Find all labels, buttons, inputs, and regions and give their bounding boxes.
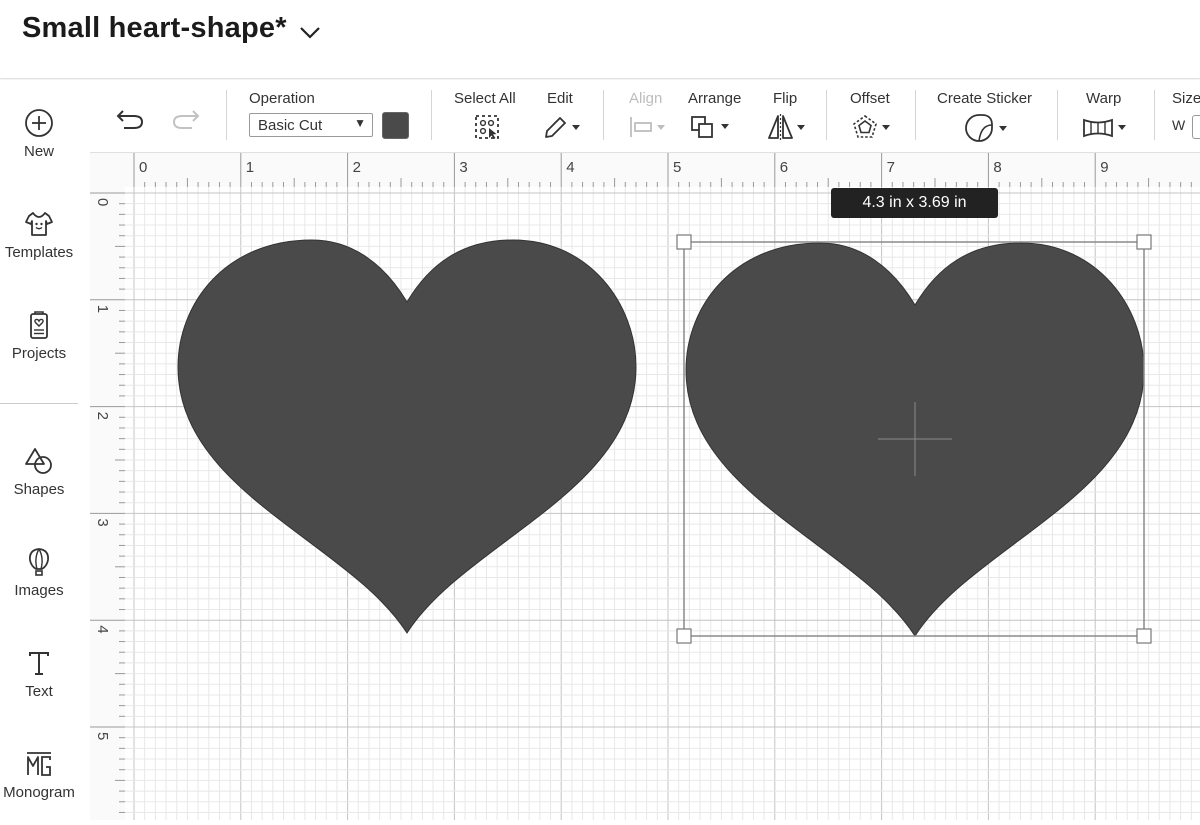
horizontal-ruler: 0 1 2 3 4 5 6 7 8 9	[90, 152, 1200, 189]
toolbar-divider	[1154, 90, 1155, 140]
top-toolbar: Operation Basic Cut ▼ Select All Edit Al…	[90, 80, 1200, 152]
sidebar-item-label: Images	[14, 582, 64, 599]
toolbar-divider	[1057, 90, 1058, 140]
sticker-icon[interactable]	[963, 113, 1011, 143]
ruler-number-vertical: 4	[94, 625, 111, 633]
align-label: Align	[629, 90, 663, 107]
selection-size-tooltip: 4.3 in x 3.69 in	[831, 188, 998, 218]
offset-label: Offset	[850, 90, 890, 107]
size-width-label: W	[1172, 117, 1186, 133]
ruler-number-horizontal: 8	[993, 159, 1001, 176]
edit-pencil-icon[interactable]	[541, 113, 581, 141]
canvas-surface[interactable]	[125, 187, 1200, 820]
chevron-down-icon[interactable]	[298, 22, 322, 42]
arrange-label: Arrange	[688, 90, 742, 107]
shapes-icon	[25, 448, 52, 474]
flip-icon[interactable]	[767, 113, 809, 141]
operation-color-swatch[interactable]	[382, 112, 409, 139]
horizontal-ruler-ticks: 0 1 2 3 4 5 6 7 8 9	[133, 153, 1192, 188]
sidebar-item-shapes[interactable]: Shapes	[0, 445, 78, 498]
operation-select[interactable]: Basic Cut ▼	[249, 113, 373, 137]
caret-down-icon: ▼	[354, 116, 366, 130]
ruler-number-vertical: 0	[94, 198, 111, 206]
select-all-label: Select All	[454, 90, 516, 107]
sidebar-item-label: Projects	[11, 345, 67, 362]
sidebar-item-templates[interactable]: Templates	[0, 208, 78, 261]
project-title[interactable]: Small heart-shape*	[22, 12, 287, 45]
ruler-number-horizontal: 7	[887, 159, 895, 176]
sidebar-item-label: Templates	[4, 244, 74, 261]
title-bar: Small heart-shape*	[0, 0, 1200, 79]
sidebar-item-label: Text	[25, 683, 53, 700]
resize-handle-bottom-left	[676, 628, 692, 644]
sidebar-item-label: Monogram	[3, 784, 75, 801]
ruler-number-vertical: 2	[94, 412, 111, 420]
ruler-number-vertical: 3	[94, 518, 111, 526]
select-all-icon[interactable]	[473, 113, 501, 141]
ruler-number-horizontal: 6	[780, 159, 788, 176]
warp-icon[interactable]	[1082, 116, 1130, 140]
design-canvas[interactable]	[125, 187, 1200, 820]
sidebar-item-text[interactable]: Text	[0, 647, 78, 700]
ruler-number-vertical: 5	[94, 732, 111, 740]
redo-icon[interactable]	[170, 105, 202, 131]
sidebar-item-projects[interactable]: Projects	[0, 309, 78, 362]
warp-label: Warp	[1086, 90, 1122, 107]
balloon-icon	[29, 548, 49, 576]
vertical-ruler: 0 1 2 3 4 5	[90, 187, 126, 820]
flip-label: Flip	[773, 90, 798, 107]
resize-handle-bottom-right	[1136, 628, 1152, 644]
arrange-icon[interactable]	[690, 114, 732, 140]
left-sidebar: New Templates Projects Shapes Images Tex…	[0, 80, 91, 820]
sidebar-item-images[interactable]: Images	[0, 546, 78, 599]
toolbar-divider	[603, 90, 604, 140]
sidebar-item-label: Shapes	[13, 481, 65, 498]
toolbar-divider	[826, 90, 827, 140]
create-sticker-label: Create Sticker	[937, 90, 1033, 107]
ruler-number-horizontal: 4	[566, 159, 574, 176]
ruler-number-vertical: 1	[94, 305, 111, 313]
sidebar-item-label: New	[23, 143, 54, 160]
size-label: Size	[1172, 90, 1200, 107]
ruler-number-horizontal: 2	[353, 159, 361, 176]
shirt-icon	[25, 212, 53, 236]
toolbar-divider	[226, 90, 227, 140]
ruler-number-horizontal: 5	[673, 159, 681, 176]
ruler-number-horizontal: 1	[246, 159, 254, 176]
vertical-ruler-ticks: 0 1 2 3 4 5	[90, 192, 125, 813]
edit-label: Edit	[547, 90, 573, 107]
offset-icon[interactable]	[851, 114, 893, 140]
toolbar-divider	[915, 90, 916, 140]
ruler-number-horizontal: 9	[1100, 159, 1108, 176]
resize-handle-top-right	[1136, 234, 1152, 250]
projects-icon	[30, 311, 48, 339]
ruler-number-horizontal: 3	[459, 159, 467, 176]
undo-icon[interactable]	[114, 105, 146, 131]
size-width-input[interactable]	[1192, 115, 1200, 139]
operation-value: Basic Cut	[258, 117, 323, 134]
ruler-number-horizontal: 0	[139, 159, 147, 176]
heart-shape-left[interactable]	[177, 239, 637, 634]
plus-circle-icon	[25, 109, 53, 137]
monogram-icon	[27, 752, 51, 776]
sidebar-item-new[interactable]: New	[0, 107, 78, 160]
operation-label: Operation	[249, 90, 315, 107]
sidebar-item-monogram[interactable]: Monogram	[0, 748, 78, 801]
sidebar-divider	[0, 403, 78, 404]
resize-handle-top-left	[676, 234, 692, 250]
align-icon[interactable]	[628, 115, 670, 139]
toolbar-divider	[431, 90, 432, 140]
text-t-icon	[29, 652, 49, 675]
